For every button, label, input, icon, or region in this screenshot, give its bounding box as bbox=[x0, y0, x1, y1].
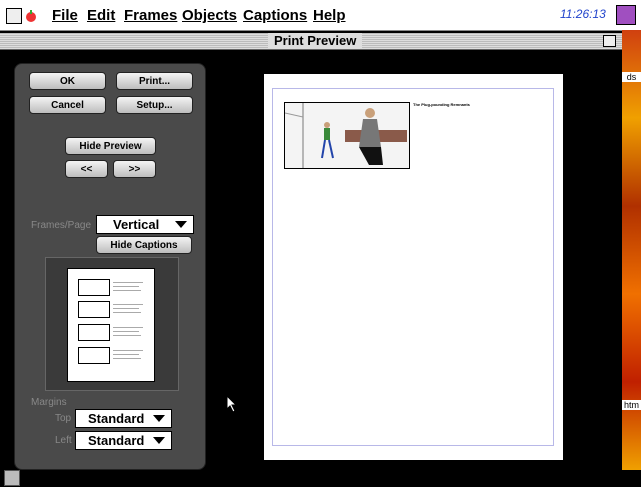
hide-captions-button[interactable]: Hide Captions bbox=[96, 236, 192, 254]
top-margin-dropdown[interactable]: Standard bbox=[75, 409, 172, 428]
window-title: Print Preview bbox=[268, 33, 363, 49]
left-margin-label: Left bbox=[55, 435, 72, 446]
menu-clock: 11:26:13 bbox=[560, 7, 606, 21]
comic-frame-preview[interactable] bbox=[284, 102, 410, 169]
cancel-button[interactable]: Cancel bbox=[29, 96, 106, 114]
menu-objects[interactable]: Objects bbox=[182, 7, 237, 24]
resize-grow-box-icon[interactable] bbox=[4, 470, 20, 486]
zoom-box-icon[interactable] bbox=[603, 35, 616, 47]
comic-frame-illustration bbox=[284, 103, 409, 168]
thumbnail-frame bbox=[78, 324, 110, 341]
frame-caption: The Plug-pounding Remnants bbox=[413, 102, 470, 107]
frames-per-page-value: Vertical bbox=[113, 217, 160, 232]
thumbnail-frame bbox=[78, 301, 110, 318]
setup-button[interactable]: Setup... bbox=[116, 96, 193, 114]
next-page-button[interactable]: >> bbox=[113, 160, 156, 178]
thumbnail-frame bbox=[78, 279, 110, 296]
page-thumbnail-well bbox=[45, 257, 179, 391]
menu-edit[interactable]: Edit bbox=[87, 7, 115, 24]
menu-bar: File Edit Frames Objects Captions Help 1… bbox=[0, 0, 641, 31]
desktop-icon-label-top[interactable]: ds bbox=[622, 72, 641, 82]
left-margin-dropdown[interactable]: Standard bbox=[75, 431, 172, 450]
print-preview-page: The Plug-pounding Remnants bbox=[264, 74, 563, 460]
mouse-pointer-icon bbox=[226, 395, 238, 413]
chevron-down-icon bbox=[175, 221, 187, 228]
chevron-down-icon bbox=[153, 415, 165, 422]
hide-preview-button[interactable]: Hide Preview bbox=[65, 137, 156, 155]
page-thumbnail bbox=[67, 268, 155, 382]
chevron-down-icon bbox=[153, 437, 165, 444]
margins-label: Margins bbox=[31, 397, 67, 408]
left-margin-value: Standard bbox=[88, 433, 145, 448]
preview-control-panel: OK Print... Cancel Setup... Hide Preview… bbox=[14, 63, 206, 470]
menu-frames[interactable]: Frames bbox=[124, 7, 177, 24]
thumbnail-frame bbox=[78, 347, 110, 364]
top-margin-value: Standard bbox=[88, 411, 145, 426]
window-icon[interactable] bbox=[6, 8, 22, 24]
desktop-icon-label-bottom[interactable]: htm bbox=[622, 400, 641, 410]
desktop-background: ds htm bbox=[622, 30, 641, 470]
menu-file[interactable]: File bbox=[52, 7, 78, 24]
print-button[interactable]: Print... bbox=[116, 72, 193, 90]
apple-icon[interactable] bbox=[24, 8, 38, 22]
ok-button[interactable]: OK bbox=[29, 72, 106, 90]
top-margin-label: Top bbox=[55, 413, 72, 424]
window-title-bar[interactable]: Print Preview bbox=[0, 33, 622, 50]
menu-captions[interactable]: Captions bbox=[243, 7, 307, 24]
previous-page-button[interactable]: << bbox=[65, 160, 108, 178]
frames-per-page-dropdown[interactable]: Vertical bbox=[96, 215, 194, 234]
menu-help[interactable]: Help bbox=[313, 7, 346, 24]
application-menu-icon[interactable] bbox=[616, 5, 636, 25]
frames-per-page-label: Frames/Page bbox=[31, 220, 92, 231]
